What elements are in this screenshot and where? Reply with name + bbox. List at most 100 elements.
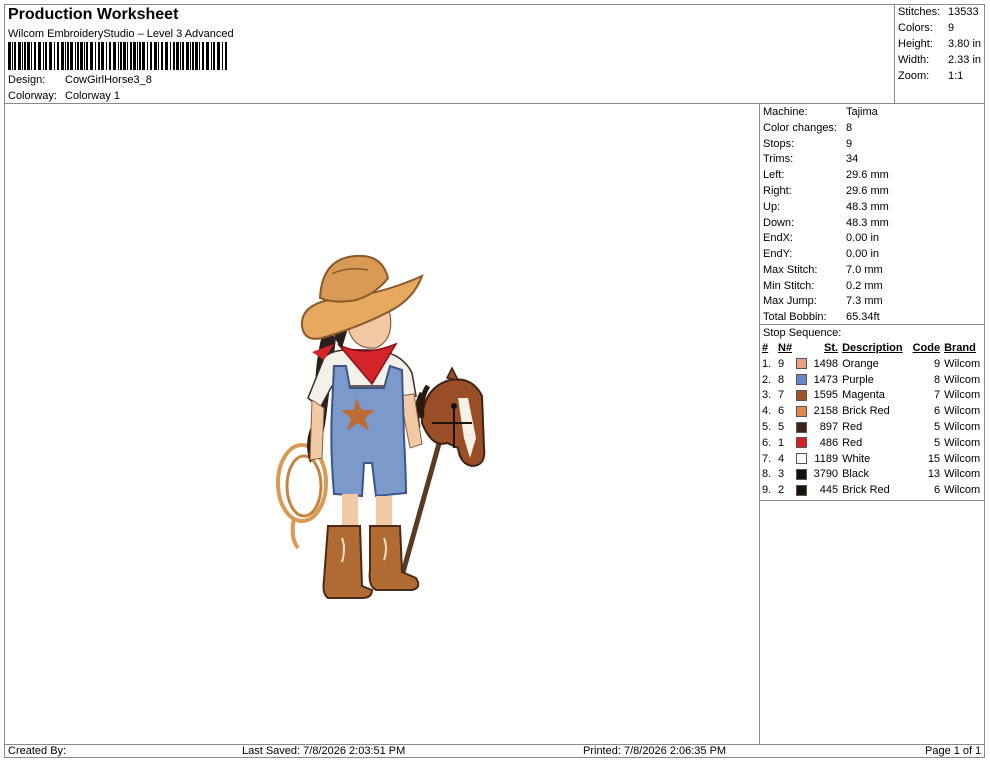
up-value: 48.3 mm — [846, 201, 889, 213]
embroidery-design-preview — [276, 254, 486, 599]
left-arm — [309, 399, 325, 461]
barcode-bar — [80, 42, 83, 70]
page-title: Production Worksheet — [8, 6, 179, 23]
row-code: 6 — [933, 405, 941, 418]
color-swatch — [796, 358, 808, 370]
barcode-bar — [158, 42, 159, 70]
header-divider — [4, 103, 985, 104]
max-stitch-value: 7.0 mm — [846, 264, 883, 276]
hobby-horse-head — [414, 366, 486, 468]
row-index: 9. — [762, 484, 772, 497]
height-label: Height: — [898, 38, 933, 50]
row-swatch — [794, 436, 810, 452]
row-swatch — [794, 467, 810, 483]
barcode-bar — [222, 42, 223, 70]
table-row: 8. 3 3790 Black 13 Wilcom — [760, 467, 984, 483]
barcode-bar — [45, 42, 47, 70]
row-code: 5 — [933, 436, 941, 449]
barcode-bar — [217, 42, 220, 70]
barcode-bar — [31, 42, 32, 70]
row-index: 7. — [762, 452, 772, 465]
barcode-bar — [54, 42, 55, 70]
barcode-bar — [165, 42, 168, 70]
printed-date: Printed: 7/8/2026 2:06:35 PM — [583, 745, 727, 757]
row-code: 8 — [933, 373, 941, 386]
row-swatch — [794, 388, 810, 404]
barcode-bar — [202, 42, 204, 70]
down-label: Down: — [763, 217, 795, 229]
max-stitch-label: Max Stitch: — [763, 264, 818, 276]
row-code: 13 — [927, 468, 941, 481]
sequence-divider — [759, 500, 985, 501]
barcode-bar — [127, 42, 128, 70]
stop-sequence-table: # N# St. Description Code Brand 1. 9 1498 O… — [760, 341, 984, 499]
row-swatch — [794, 357, 810, 373]
row-index: 6. — [762, 436, 772, 449]
row-swatch — [794, 404, 810, 420]
row-code: 7 — [933, 389, 941, 402]
color-swatch — [796, 389, 808, 401]
barcode-bar — [38, 42, 41, 70]
row-stitches: 2158 — [813, 405, 839, 418]
table-row: 1. 9 1498 Orange 9 Wilcom — [760, 357, 984, 373]
col-brand: Brand — [944, 342, 976, 354]
color-swatch — [796, 453, 808, 465]
row-needle: 9 — [778, 357, 785, 370]
row-index: 3. — [762, 389, 772, 402]
barcode-bar — [101, 42, 104, 70]
barcode-bar — [49, 42, 52, 70]
left-boot — [322, 525, 374, 599]
color-changes-label: Color changes: — [763, 122, 837, 134]
software-subtitle: Wilcom EmbroideryStudio – Level 3 Advanc… — [8, 28, 234, 40]
stops-label: Stops: — [763, 138, 795, 150]
barcode-bar — [61, 42, 64, 70]
row-brand: Wilcom — [944, 357, 981, 370]
zoom-label: Zoom: — [898, 70, 930, 82]
color-changes-value: 8 — [846, 122, 853, 134]
table-row: 3. 7 1595 Magenta 7 Wilcom — [760, 388, 984, 404]
col-stitches: St. — [824, 342, 839, 354]
min-stitch-label: Min Stitch: — [763, 280, 815, 292]
barcode-bar — [113, 42, 116, 70]
color-swatch — [796, 374, 808, 386]
barcode-bar — [139, 42, 141, 70]
stitches-label: Stitches: — [898, 6, 941, 18]
row-swatch — [794, 483, 810, 499]
row-brand: Wilcom — [944, 405, 981, 418]
row-needle: 6 — [778, 405, 785, 418]
right-value: 29.6 mm — [846, 185, 889, 197]
row-needle: 2 — [778, 484, 785, 497]
row-needle: 3 — [778, 468, 785, 481]
barcode-bar — [161, 42, 163, 70]
color-swatch — [796, 405, 808, 417]
barcode-bar — [109, 42, 111, 70]
total-bobbin-label: Total Bobbin: — [763, 311, 827, 323]
created-by: Created By: — [8, 745, 67, 757]
endy-label: EndY: — [763, 248, 793, 260]
colorway-value: Colorway 1 — [65, 90, 121, 102]
row-swatch — [794, 373, 810, 389]
row-swatch — [794, 452, 810, 468]
color-swatch — [796, 437, 808, 449]
barcode-bar — [213, 42, 215, 70]
row-brand: Wilcom — [944, 468, 981, 481]
barcode-bar — [86, 42, 88, 70]
row-stitches: 486 — [819, 436, 839, 449]
table-row: 5. 5 897 Red 5 Wilcom — [760, 420, 984, 436]
design-value: CowGirlHorse3_8 — [65, 74, 152, 86]
row-brand: Wilcom — [944, 389, 981, 402]
barcode-bar — [118, 42, 119, 70]
row-needle: 4 — [778, 452, 785, 465]
barcode-bar — [150, 42, 152, 70]
endx-value: 0.00 in — [846, 232, 880, 244]
row-brand: Wilcom — [944, 420, 981, 433]
page-number: Page 1 of 1 — [925, 745, 982, 757]
right-leg — [376, 496, 392, 528]
barcode-bar — [120, 42, 122, 70]
design-label: Design: — [8, 74, 46, 86]
barcode-bar — [225, 42, 227, 70]
barcode-bar — [106, 42, 107, 70]
row-description: Purple — [842, 373, 874, 386]
machine-divider — [759, 324, 985, 325]
row-brand: Wilcom — [944, 484, 981, 497]
